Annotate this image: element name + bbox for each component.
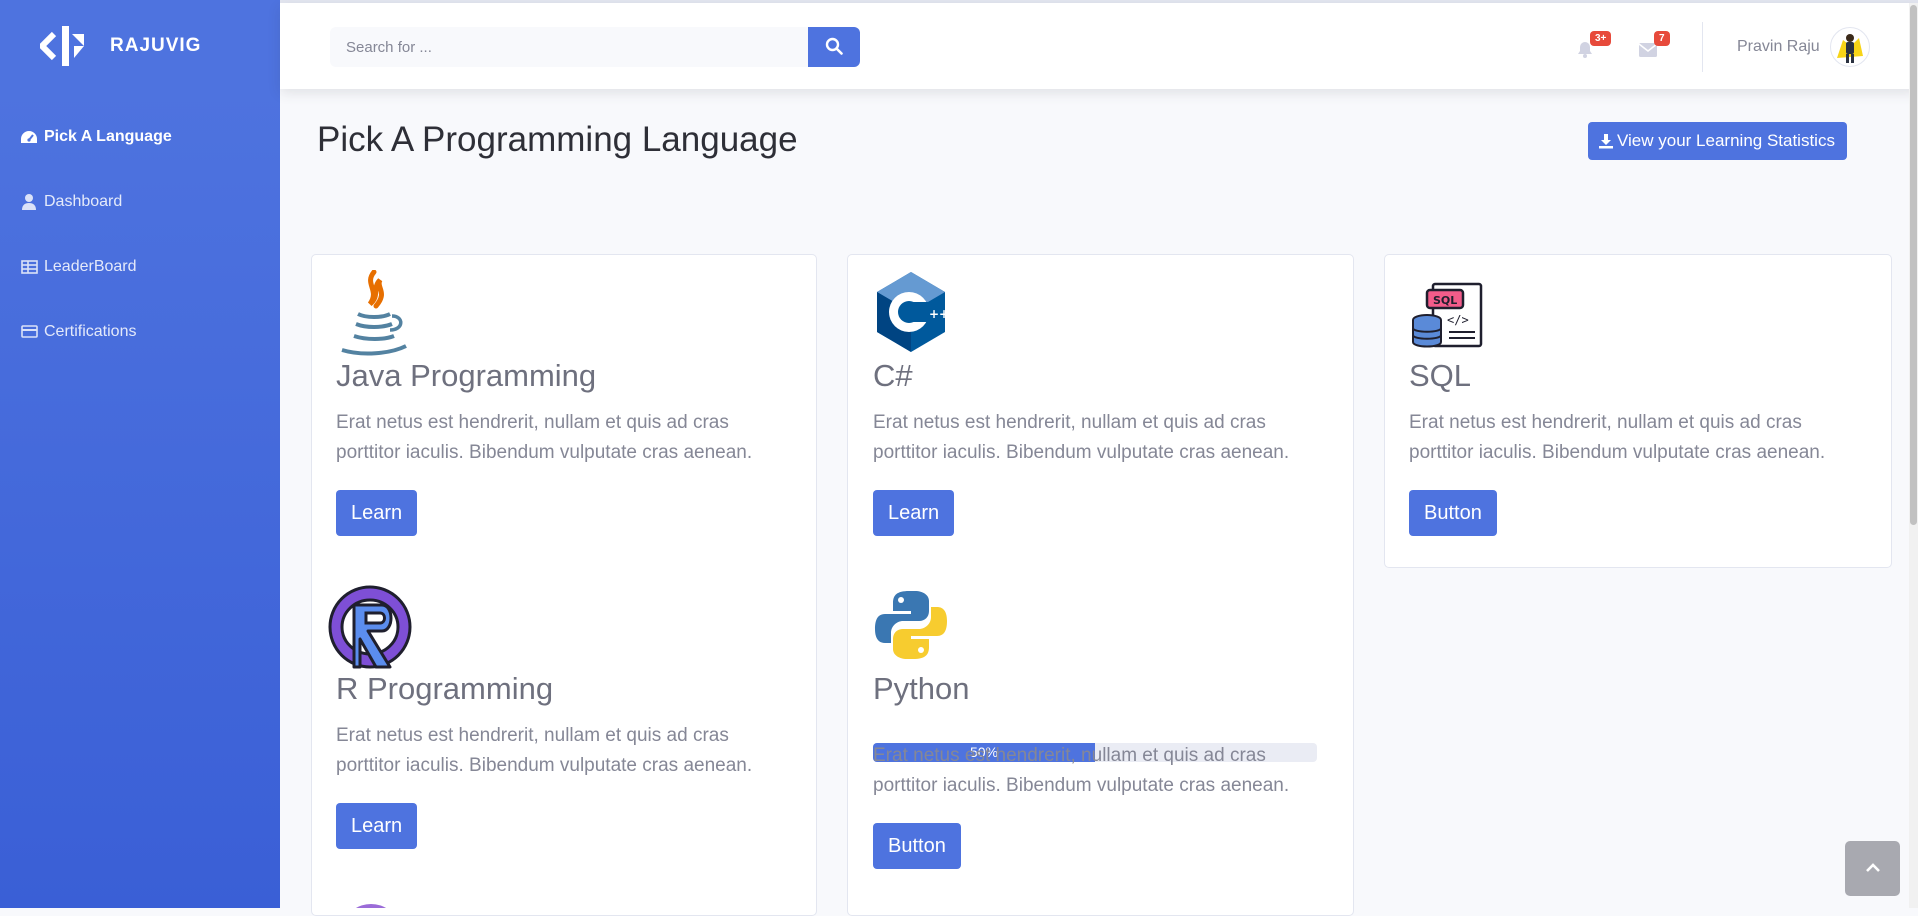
sidebar: RAJUVIG Pick A Language Dashboard Leader… [0, 0, 280, 908]
table-icon [20, 259, 38, 275]
course-description: Erat netus est hendrerit, nullam et quis… [1409, 412, 1826, 463]
stats-button-label: View your Learning Statistics [1617, 131, 1835, 150]
tachometer-icon [20, 129, 38, 145]
alerts-badge: 3+ [1590, 31, 1612, 46]
sidebar-item-dashboard[interactable]: Dashboard [0, 169, 280, 234]
brand-name: RAJUVIG [110, 35, 202, 56]
download-icon [1598, 133, 1614, 149]
code-logo-icon [40, 23, 92, 69]
sidebar-item-label: LeaderBoard [44, 257, 137, 275]
user-menu[interactable]: Pravin Raju [1737, 27, 1870, 67]
sql-icon: SQL </> [1409, 270, 1499, 360]
sidebar-item-label: Dashboard [44, 192, 123, 210]
envelope-icon [1638, 43, 1658, 62]
course-button[interactable]: Button [873, 823, 961, 869]
scrollbar-thumb[interactable] [1910, 5, 1917, 525]
sidebar-item-certifications[interactable]: Certifications [0, 299, 280, 364]
r-language-icon [328, 583, 418, 673]
search-button[interactable] [808, 27, 860, 67]
alerts-dropdown[interactable]: 3+ [1572, 31, 1612, 67]
learn-button[interactable]: Learn [336, 490, 418, 536]
page-title: Pick A Programming Language [317, 120, 798, 159]
course-title: C# [873, 358, 913, 393]
java-icon [336, 269, 426, 360]
user-name: Pravin Raju [1737, 38, 1820, 55]
course-button[interactable]: Button [1409, 490, 1497, 536]
user-icon [20, 193, 38, 210]
course-description: Erat netus est hendrerit, nullam et quis… [873, 745, 1290, 796]
course-description: Erat netus est hendrerit, nullam et quis… [336, 412, 753, 463]
sidebar-nav: Pick A Language Dashboard LeaderBoard Ce… [0, 104, 280, 364]
topbar-divider [1702, 22, 1703, 72]
page-scrollbar[interactable] [1909, 3, 1918, 908]
course-description: Erat netus est hendrerit, nullam et quis… [873, 412, 1290, 463]
course-title: SQL [1409, 358, 1472, 393]
next-course-logo-icon [345, 896, 397, 908]
c-sharp-icon: ++ [873, 270, 963, 360]
python-icon [873, 583, 963, 673]
sidebar-item-label: Certifications [44, 322, 137, 340]
view-learning-statistics-button[interactable]: View your Learning Statistics [1588, 122, 1847, 160]
course-description: Erat netus est hendrerit, nullam et quis… [336, 725, 753, 776]
scroll-to-top-button[interactable] [1845, 841, 1900, 896]
course-title: R Programming [336, 671, 554, 706]
messages-dropdown[interactable]: 7 [1636, 31, 1670, 67]
svg-text:SQL: SQL [1433, 294, 1457, 307]
search-bar [330, 27, 860, 67]
svg-text:++: ++ [929, 307, 949, 321]
sidebar-item-label: Pick A Language [44, 127, 172, 145]
course-title: Java Programming [336, 358, 597, 393]
learn-button[interactable]: Learn [336, 803, 418, 849]
brand[interactable]: RAJUVIG [40, 22, 201, 70]
course-title: Python [873, 671, 970, 706]
credit-card-icon [20, 324, 38, 340]
sidebar-item-leaderboard[interactable]: LeaderBoard [0, 234, 280, 299]
search-icon [825, 37, 843, 58]
search-input[interactable] [330, 27, 808, 67]
svg-text:</>: </> [1447, 313, 1469, 327]
learn-button[interactable]: Learn [873, 490, 955, 536]
avatar [1829, 27, 1870, 67]
messages-badge: 7 [1654, 31, 1670, 46]
sidebar-item-pick-a-language[interactable]: Pick A Language [0, 104, 280, 169]
topbar: 3+ 7 Pravin Raju [280, 3, 1918, 89]
chevron-up-icon [1865, 860, 1880, 878]
